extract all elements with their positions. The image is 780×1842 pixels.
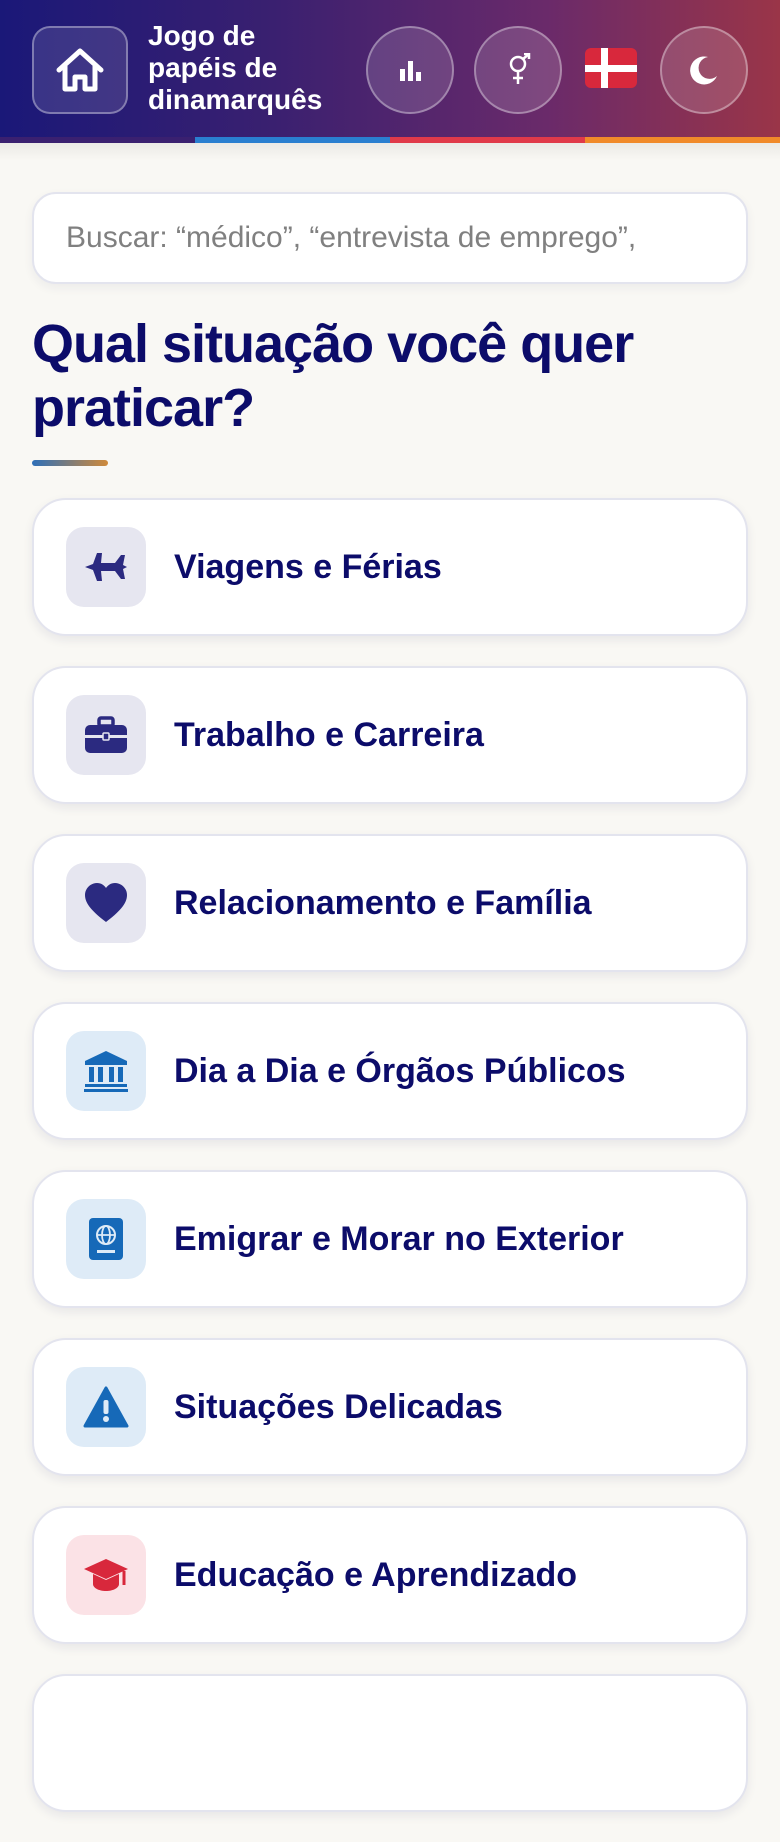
category-label: Emigrar e Morar no Exterior	[174, 1219, 624, 1258]
briefcase-icon	[85, 716, 127, 753]
gender-icon	[509, 53, 531, 84]
category-icon-box	[66, 1535, 146, 1615]
language-flag-button[interactable]	[585, 48, 637, 88]
institution-icon	[84, 1051, 128, 1092]
category-label: Situações Delicadas	[174, 1387, 503, 1426]
home-button[interactable]	[32, 26, 128, 114]
category-travel[interactable]: Viagens e Férias	[32, 498, 748, 636]
category-relationships[interactable]: Relacionamento e Família	[32, 834, 748, 972]
category-label: Trabalho e Carreira	[174, 715, 484, 754]
category-label: Dia a Dia e Órgãos Públicos	[174, 1051, 626, 1090]
category-label: Relacionamento e Família	[174, 883, 592, 922]
category-icon-box	[66, 695, 146, 775]
category-icon-box	[66, 527, 146, 607]
category-icon-box	[66, 1199, 146, 1279]
category-label: Educação e Aprendizado	[174, 1555, 578, 1594]
moon-icon	[690, 56, 717, 85]
theme-toggle-button[interactable]	[660, 26, 748, 114]
category-daily-life[interactable]: Dia a Dia e Órgãos Públicos	[32, 1002, 748, 1140]
app-header: Jogo de papéis de dinamarquês	[0, 0, 780, 142]
search-input[interactable]	[32, 192, 748, 284]
graduation-cap-icon	[84, 1559, 128, 1591]
category-icon-box	[66, 863, 146, 943]
category-icon-box	[66, 1031, 146, 1111]
category-work[interactable]: Trabalho e Carreira	[32, 666, 748, 804]
denmark-flag-icon	[585, 48, 637, 88]
heading-underline	[32, 460, 108, 466]
gender-button[interactable]	[474, 26, 562, 114]
category-emigrate[interactable]: Emigrar e Morar no Exterior	[32, 1170, 748, 1308]
header-shadow	[0, 143, 780, 161]
airplane-icon	[85, 553, 127, 581]
category-list: Viagens e Férias Trabalho e Carreira Rel…	[32, 498, 748, 1842]
category-icon-box	[66, 1367, 146, 1447]
heart-icon	[85, 883, 127, 922]
category-more[interactable]	[32, 1674, 748, 1812]
warning-icon	[83, 1386, 129, 1428]
category-label: Viagens e Férias	[174, 547, 442, 586]
bar-chart-icon	[400, 61, 421, 81]
page-title: Qual situação você quer praticar?	[32, 314, 634, 438]
passport-icon	[89, 1218, 123, 1260]
app-title: Jogo de papéis de dinamarquês	[148, 20, 323, 115]
category-education[interactable]: Educação e Aprendizado	[32, 1506, 748, 1644]
home-icon	[56, 48, 104, 92]
stats-button[interactable]	[366, 26, 454, 114]
category-delicate-situations[interactable]: Situações Delicadas	[32, 1338, 748, 1476]
